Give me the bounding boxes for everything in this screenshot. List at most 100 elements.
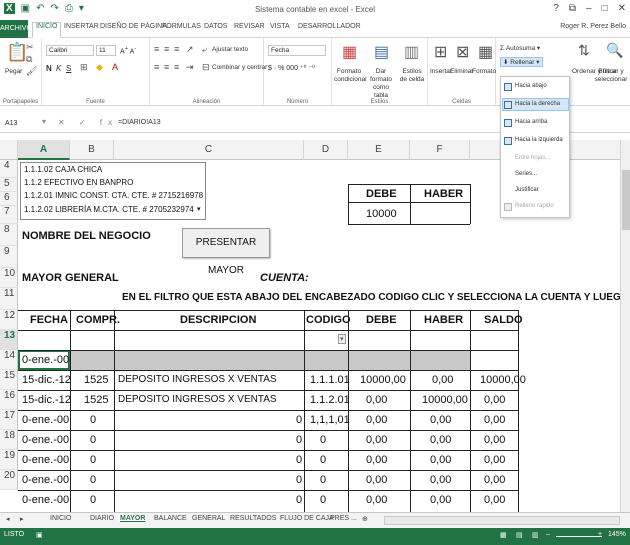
cell-debe[interactable]: 0,00 [366,434,387,446]
zoom-slider[interactable] [556,536,602,537]
cell-haber[interactable]: 0,00 [430,414,451,426]
align-left-icon[interactable]: ≡ [154,62,159,72]
menu-fill-down[interactable]: Hacia abajo [515,83,547,89]
row-header[interactable]: 16 [0,390,18,410]
find-select-icon[interactable]: 🔍 [606,42,623,59]
cell-fecha[interactable]: 0-ene.-00 [22,454,69,466]
cell-saldo[interactable]: 0,00 [484,494,505,506]
insert-cells-icon[interactable]: ⊞ [434,42,447,62]
cell-codigo[interactable]: 1.1.1.01 [310,374,350,386]
zoom-level[interactable]: 145% [608,531,626,538]
cell-compr[interactable]: 0 [90,454,96,466]
add-sheet-icon[interactable]: ⊕ [362,515,368,523]
format-cells-icon[interactable]: ▦ [478,42,493,62]
cell-debe[interactable]: 0,00 [366,494,387,506]
tab-inicio[interactable]: INICIO [32,22,62,38]
tab-desarrollador[interactable]: DESARROLLADOR [298,23,361,30]
macro-record-icon[interactable]: ▣ [36,531,43,539]
row-header[interactable]: 17 [0,410,18,430]
page-layout-icon[interactable]: ▤ [516,531,523,539]
col-header-c[interactable]: C [114,140,304,160]
cell-saldo[interactable]: 0,00 [484,474,505,486]
cell-codigo[interactable]: 0 [320,434,326,446]
col-header-e[interactable]: E [348,140,410,160]
codigo-filter-icon[interactable]: ▾ [338,334,346,344]
align-top-icon[interactable]: ≡ [154,44,159,54]
tab-diseno-pagina[interactable]: DISEÑO DE PÁGINA [100,23,167,30]
row-header[interactable]: 15 [0,370,18,390]
cell-fecha[interactable]: 0-ene.-00 [22,494,69,506]
orientation-icon[interactable]: ↗ [186,44,194,55]
sheet-nav-next-icon[interactable]: ▸ [20,515,24,523]
col-header-a[interactable]: A [18,140,70,160]
cell-codigo[interactable]: 0 [320,454,326,466]
accounting-format-icon[interactable]: $ · % 000 ⁺⁰ ⁻⁰ [268,64,315,72]
cell-saldo[interactable]: 0,00 [484,434,505,446]
copy-icon[interactable]: ⧉ [26,54,32,65]
cell-descripcion[interactable]: DEPOSITO INGRESOS X VENTAS [118,394,277,405]
wrap-text-icon[interactable]: ⤶ [202,44,207,55]
select-all-corner[interactable] [0,140,18,160]
row-header[interactable]: 10 [0,268,18,288]
cell-saldo[interactable]: 10000,00 [480,374,526,386]
menu-justify[interactable]: Justificar [515,187,539,193]
menu-series[interactable]: Series... [515,171,537,177]
cell-codigo[interactable]: 1.1.2.01 [310,394,350,406]
cell-debe[interactable]: 0,00 [366,454,387,466]
row-header[interactable]: 12 [0,310,18,330]
cell-fecha[interactable]: 0-ene.-00 [22,474,69,486]
cell-haber[interactable]: 0,00 [430,454,451,466]
formula-buttons[interactable]: ✕ ✓ fx [58,118,118,127]
combo-item[interactable]: 1.1.2.01 IMNIC CONST. CTA. CTE. # 271521… [24,191,203,200]
minimize-icon[interactable]: – [586,3,592,14]
delete-cells-icon[interactable]: ⊠ [456,42,469,62]
sheet-tab-balance[interactable]: BALANCE [154,515,187,522]
formula-input[interactable]: =DIARIO!A13 [118,119,161,126]
font-size-select[interactable]: 11 [96,45,116,56]
cell-styles-icon[interactable]: ▥ [404,42,419,62]
tab-insertar[interactable]: INSERTAR [64,23,99,30]
align-center-icon[interactable]: ≡ [164,62,169,72]
cell-compr[interactable]: 0 [90,494,96,506]
cell-haber[interactable]: 0,00 [430,474,451,486]
tab-revisar[interactable]: REVISAR [234,23,265,30]
cell-codigo[interactable]: 0 [320,474,326,486]
cell-compr[interactable]: 0 [90,434,96,446]
row-header[interactable]: 14 [0,350,18,370]
fill-color-icon[interactable]: ◆ [96,62,103,73]
sheet-nav-prev-icon[interactable]: ◂ [6,515,10,523]
cell-debe[interactable]: 0,00 [366,394,387,406]
account-combo-list[interactable]: 1.1.1.02 CAJA CHICA 1.1.2 EFECTIVO EN BA… [20,162,206,220]
row-header[interactable]: 5 [0,178,18,192]
row-header[interactable]: 13 [0,330,18,350]
row-header[interactable]: 20 [0,470,18,490]
menu-across-sheets[interactable]: Entre hojas... [515,155,550,161]
merge-icon[interactable]: ⊟ [202,62,210,73]
cell-descripcion[interactable]: 0 [296,434,302,446]
zoom-out-icon[interactable]: – [546,531,550,538]
cell-haber[interactable]: 0,00 [430,494,451,506]
cell-saldo[interactable]: 0,00 [484,394,505,406]
col-header-b[interactable]: B [70,140,114,160]
sheet-tab-inicio[interactable]: INICIO [50,515,71,522]
cell-compr[interactable]: 0 [90,414,96,426]
merge-center-button[interactable]: Combinar y centrar [212,64,267,71]
sheet-tab-general[interactable]: GENERAL [192,515,225,522]
cell-fecha[interactable]: 0-ene.-00 [22,414,69,426]
cell-styles-button[interactable]: Estilos de celda [398,68,426,84]
menu-fill-right[interactable]: Hacia la derecha [515,101,560,107]
combo-item[interactable]: 1.1.2.02 LIBRERÍA M.CTA. CTE. # 27052329… [24,205,194,214]
zoom-in-icon[interactable]: + [598,531,602,538]
sort-filter-icon[interactable]: ⇅ [578,42,590,59]
combo-dropdown-icon[interactable]: ▾ [197,205,201,213]
cell-debe[interactable]: 0,00 [366,414,387,426]
page-break-icon[interactable]: ▥ [532,531,539,539]
font-color-icon[interactable]: A [112,62,118,72]
underline-button[interactable]: S [66,64,71,73]
cell-compr[interactable]: 0 [90,474,96,486]
cell-haber[interactable]: 10000,00 [422,394,468,406]
menu-fill-up[interactable]: Hacia arriba [515,119,547,125]
bold-button[interactable]: N [46,64,52,73]
cell-saldo[interactable]: 0,00 [484,414,505,426]
help-icon[interactable]: ? [553,3,559,14]
